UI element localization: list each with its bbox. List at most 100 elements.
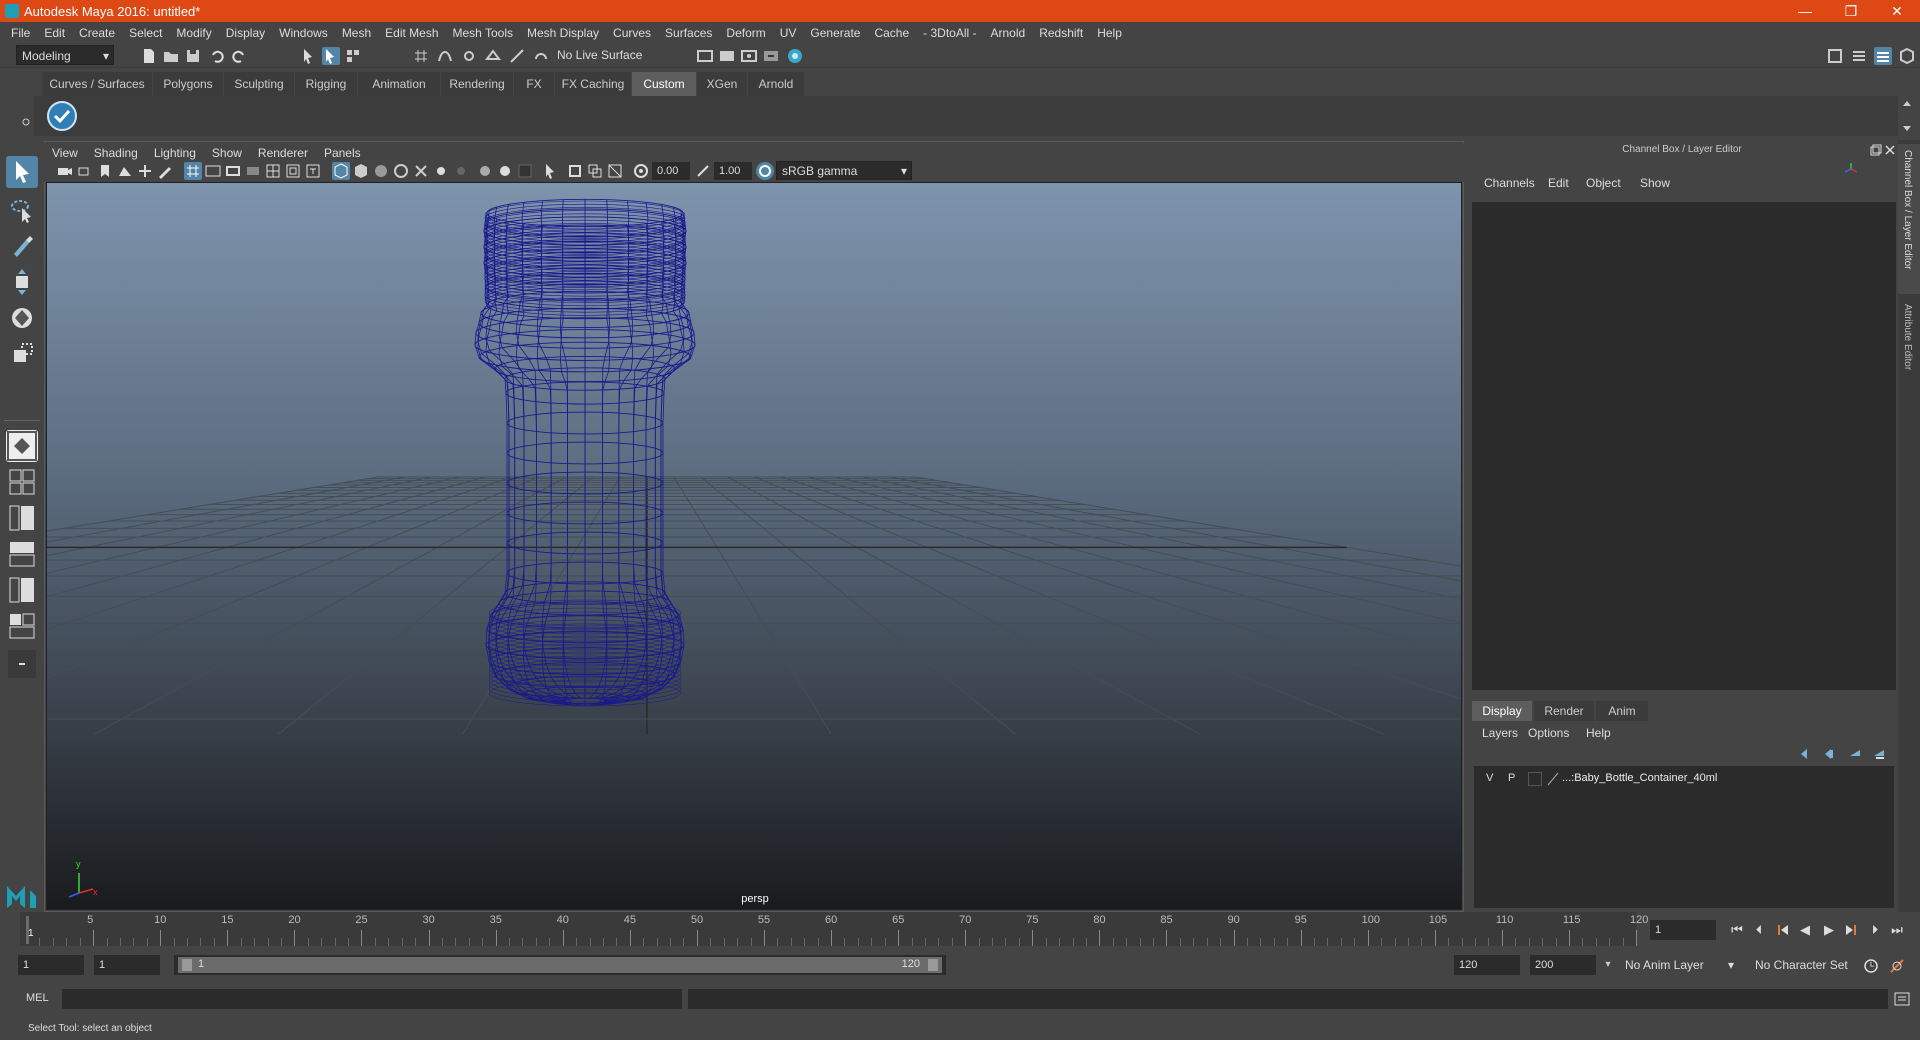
current-frame-field[interactable]: 1 — [1650, 920, 1716, 940]
snap-point-icon[interactable] — [460, 47, 478, 65]
shelf-tab-polygons[interactable]: Polygons — [153, 72, 223, 96]
menu-file[interactable]: File — [4, 26, 37, 40]
layer-menu-layers[interactable]: Layers — [1482, 726, 1518, 740]
float-panel-icon[interactable] — [1870, 144, 1882, 156]
layer-color-swatch[interactable] — [1546, 772, 1560, 786]
side-tab-channel-box[interactable]: Channel Box / Layer Editor — [1898, 144, 1920, 294]
grease-pencil-icon[interactable] — [156, 162, 174, 180]
exposure-field[interactable]: 0.00 — [652, 162, 690, 180]
menu-help[interactable]: Help — [1090, 26, 1129, 40]
layer-playback-toggle[interactable]: P — [1508, 772, 1515, 784]
render-view-icon[interactable] — [696, 47, 714, 65]
range-end-grip[interactable] — [928, 959, 938, 971]
new-scene-icon[interactable] — [140, 47, 158, 65]
gate-mask-icon[interactable] — [244, 162, 262, 180]
render-settings-icon[interactable] — [762, 47, 780, 65]
scale-tool-icon[interactable] — [6, 338, 38, 370]
layer-tab-render[interactable]: Render — [1534, 701, 1594, 721]
close-button[interactable]: ✕ — [1874, 0, 1920, 22]
shelf-tab-animation[interactable]: Animation — [358, 72, 440, 96]
shelf-tab-rigging[interactable]: Rigging — [295, 72, 357, 96]
default-material-icon[interactable] — [372, 162, 390, 180]
rotate-tool-icon[interactable] — [6, 302, 38, 334]
undo-icon[interactable] — [208, 47, 226, 65]
panel-menu-panels[interactable]: Panels — [316, 146, 369, 160]
ipr-render-icon[interactable] — [740, 47, 758, 65]
film-gate-icon[interactable] — [204, 162, 222, 180]
textured-icon[interactable] — [412, 162, 430, 180]
custom-shelf-check-icon[interactable] — [46, 100, 78, 132]
exposure-icon[interactable] — [632, 162, 650, 180]
panel-menu-view[interactable]: View — [44, 146, 86, 160]
auto-key-icon[interactable] — [1862, 957, 1880, 975]
layer-menu-options[interactable]: Options — [1528, 726, 1569, 740]
uv-editor-layout-icon[interactable] — [6, 610, 38, 642]
menu-mesh-tools[interactable]: Mesh Tools — [446, 26, 520, 40]
make-live-icon[interactable] — [508, 47, 526, 65]
menu-display[interactable]: Display — [219, 26, 272, 40]
menu-windows[interactable]: Windows — [272, 26, 335, 40]
shelf-tab-fx[interactable]: FX — [514, 72, 554, 96]
lasso-tool-icon[interactable] — [6, 194, 38, 226]
single-view-layout-icon[interactable] — [6, 430, 38, 462]
playback-end-field[interactable]: 120 — [1454, 955, 1520, 975]
save-scene-icon[interactable] — [184, 47, 202, 65]
outliner-persp-layout-icon[interactable] — [6, 502, 38, 534]
animation-preferences-icon[interactable] — [1888, 957, 1906, 975]
graph-persp-layout-icon[interactable] — [6, 538, 38, 570]
menu-deform[interactable]: Deform — [719, 26, 772, 40]
anim-layer-dropdown[interactable]: No Anim Layer ▾ — [1620, 955, 1738, 975]
resolution-gate-icon[interactable] — [224, 162, 242, 180]
step-forward-key-icon[interactable] — [1842, 921, 1860, 939]
move-layer-up-icon[interactable] — [1798, 746, 1814, 762]
toggle-channel-box-icon[interactable] — [1874, 47, 1892, 65]
hypershade-icon[interactable] — [786, 47, 804, 65]
smooth-shade-icon[interactable] — [352, 162, 370, 180]
panel-menu-shading[interactable]: Shading — [86, 146, 146, 160]
range-slider-handle[interactable]: 1 120 — [178, 957, 942, 973]
live-surface-field[interactable]: No Live Surface — [552, 45, 644, 65]
play-backwards-icon[interactable]: ◀ — [1796, 921, 1814, 939]
menu-select[interactable]: Select — [122, 26, 169, 40]
select-components-icon[interactable] — [344, 47, 362, 65]
gamma-icon[interactable] — [694, 162, 712, 180]
shelf-tab-curves-surfaces[interactable]: Curves / Surfaces — [42, 72, 152, 96]
toggle-tool-settings-icon[interactable] — [1898, 47, 1916, 65]
safe-action-icon[interactable] — [284, 162, 302, 180]
layer-tab-display[interactable]: Display — [1472, 701, 1532, 721]
camera-attributes-icon[interactable] — [76, 162, 94, 180]
new-layer-selected-icon[interactable] — [1872, 746, 1888, 762]
menu-curves[interactable]: Curves — [606, 26, 658, 40]
animation-end-field[interactable]: 200 — [1530, 955, 1596, 975]
select-objects-icon[interactable] — [322, 47, 340, 65]
step-back-frame-icon[interactable]: ⏴ — [1750, 921, 1768, 939]
snap-view-plane-icon[interactable] — [484, 47, 502, 65]
bookmark-icon[interactable] — [96, 162, 114, 180]
toolbox-expand-icon[interactable] — [6, 648, 38, 680]
select-tool-icon[interactable] — [6, 156, 38, 188]
xray-icon[interactable] — [566, 162, 584, 180]
render-frame-icon[interactable] — [718, 47, 736, 65]
script-editor-icon[interactable] — [1894, 991, 1910, 1007]
wireframe-on-shaded-icon[interactable] — [392, 162, 410, 180]
menu-surfaces[interactable]: Surfaces — [658, 26, 719, 40]
isolate-select-icon[interactable] — [542, 162, 560, 180]
xray-components-icon[interactable] — [606, 162, 624, 180]
panel-menu-lighting[interactable]: Lighting — [146, 146, 204, 160]
menu-edit[interactable]: Edit — [37, 26, 72, 40]
motion-blur-icon[interactable] — [496, 162, 514, 180]
channel-box-axes-icon[interactable] — [1844, 162, 1858, 176]
field-chart-icon[interactable] — [264, 162, 282, 180]
image-plane-icon[interactable] — [116, 162, 134, 180]
menu-mesh-display[interactable]: Mesh Display — [520, 26, 606, 40]
go-to-end-icon[interactable]: ⏭ — [1888, 921, 1906, 939]
side-tab-attribute-editor[interactable]: Attribute Editor — [1898, 300, 1920, 390]
shelf-tab-rendering[interactable]: Rendering — [441, 72, 513, 96]
shelf-tab-xgen[interactable]: XGen — [697, 72, 747, 96]
menu-generate[interactable]: Generate — [803, 26, 867, 40]
layer-name[interactable]: ...:Baby_Bottle_Container_40ml — [1562, 772, 1717, 784]
antialiasing-icon[interactable] — [516, 162, 534, 180]
color-management-icon[interactable] — [756, 162, 774, 180]
four-view-layout-icon[interactable] — [6, 466, 38, 498]
snap-together-icon[interactable] — [532, 47, 550, 65]
